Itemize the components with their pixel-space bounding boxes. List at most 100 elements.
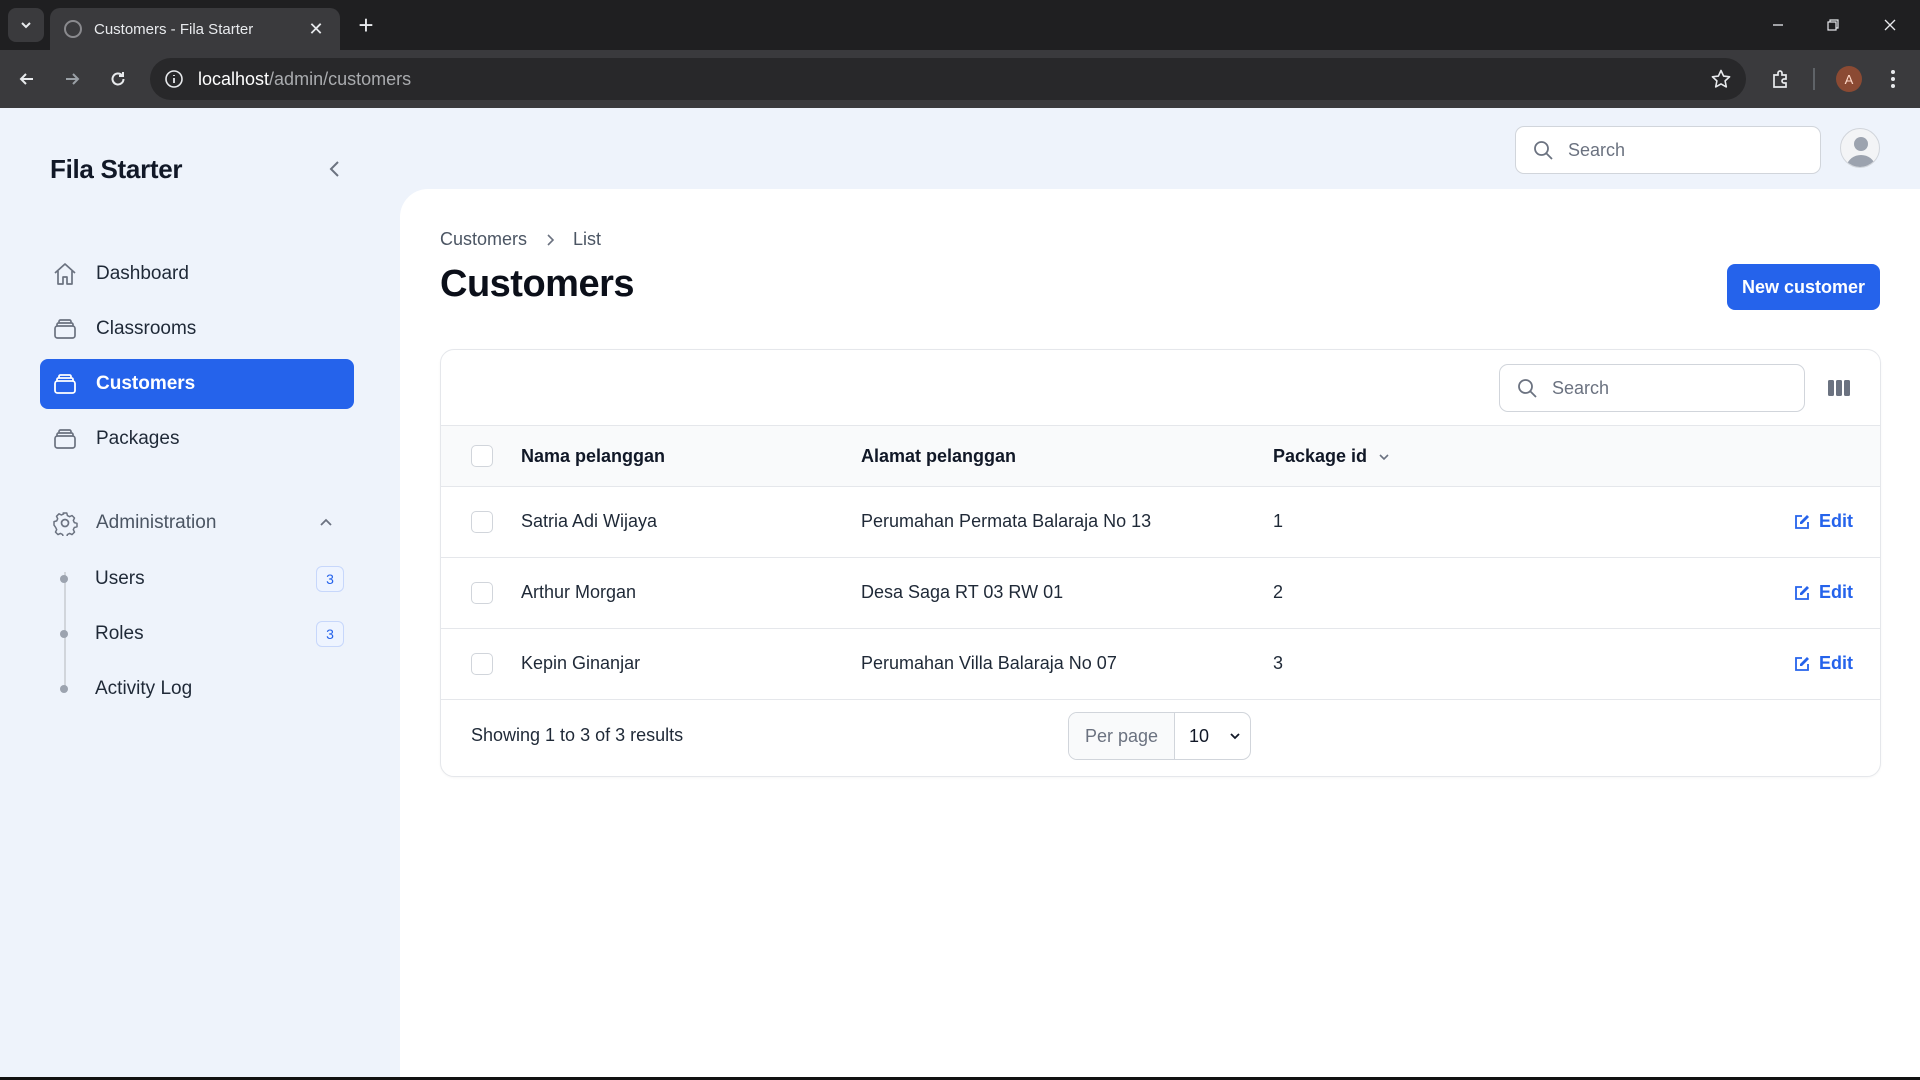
edit-label: Edit [1819,582,1853,602]
browser-tab[interactable]: Customers - Fila Starter ✕ [50,8,340,50]
address-bar[interactable]: localhost/admin/customers [150,58,1746,100]
edit-icon [1793,583,1813,603]
forward-button[interactable] [55,62,89,96]
sidebar-item-label: Dashboard [96,263,189,284]
sidebar-item-users[interactable]: Users 3 [40,556,354,602]
sidebar-item-label: Users [95,568,145,589]
search-icon [1516,376,1540,400]
per-page-select[interactable]: Per page 10 [1068,712,1251,760]
customer-package-id: 2 [1273,582,1284,602]
arrow-left-icon [19,73,33,85]
customer-address: Perumahan Villa Balaraja No 07 [861,653,1117,673]
arrow-right-icon [66,73,80,85]
sidebar-item-roles[interactable]: Roles 3 [40,611,354,657]
user-icon [1846,137,1876,167]
bookmark-star-icon[interactable] [1710,68,1732,95]
table-row: Satria Adi Wijaya Perumahan Permata Bala… [441,487,1880,558]
customer-address: Desa Saga RT 03 RW 01 [861,582,1064,602]
customer-name: Arthur Morgan [521,582,637,602]
more-vert-icon [1891,70,1895,88]
url-path: /admin/customers [269,68,412,89]
reload-button[interactable] [101,62,135,96]
search-icon [1532,138,1556,162]
site-info-icon[interactable] [164,69,184,89]
sidebar-group-label: Administration [96,512,217,533]
table-row: Kepin Ginanjar Perumahan Villa Balaraja … [441,629,1880,700]
collapse-sidebar-button[interactable] [322,156,348,182]
customer-name: Kepin Ginanjar [521,653,641,673]
home-icon [52,261,78,287]
select-all-checkbox[interactable] [471,445,493,467]
tab-title: Customers - Fila Starter [94,20,254,38]
customer-package-id: 3 [1273,653,1284,673]
back-button[interactable] [10,62,44,96]
search-placeholder: Search [1552,377,1610,398]
count-badge: 3 [316,621,344,647]
breadcrumb-customers[interactable]: Customers [440,229,527,250]
close-icon [1884,19,1896,31]
stack-icon [52,426,78,452]
edit-link[interactable]: Edit [1793,653,1853,674]
new-customer-button[interactable]: New customer [1727,264,1880,310]
bullet-dot [60,630,68,638]
sidebar-item-label: Customers [96,373,196,394]
edit-link[interactable]: Edit [1793,582,1853,603]
chevron-right-icon [543,233,557,247]
browser-menu-button[interactable] [1876,62,1910,96]
sidebar-item-activity-log[interactable]: Activity Log [40,666,354,712]
sidebar-item-label: Activity Log [95,678,193,699]
user-avatar[interactable] [1840,128,1880,168]
sidebar-item-customers[interactable]: Customers [40,359,354,409]
gear-icon [52,510,78,536]
minimize-button[interactable] [1758,10,1798,40]
breadcrumb: Customers List [440,229,601,250]
edit-icon [1793,512,1813,532]
edit-label: Edit [1819,511,1853,531]
column-header-nama: Nama pelanggan [521,446,666,466]
stack-icon [52,316,78,342]
table-header: Nama pelanggan Alamat pelanggan Package … [441,425,1880,487]
close-tab-icon[interactable]: ✕ [306,19,326,40]
sidebar-item-packages[interactable]: Packages [40,414,354,464]
column-header-package-id[interactable]: Package id [1273,446,1391,467]
row-checkbox[interactable] [471,653,493,675]
customers-table: Search Nama pelanggan Alamat pelanggan P… [440,349,1881,777]
sidebar-item-label: Classrooms [96,318,197,339]
per-page-value: 10 [1189,725,1210,746]
url-host: localhost [198,68,270,89]
extensions-button[interactable] [1764,62,1798,96]
browser-tab-bar: Customers - Fila Starter ✕ + [0,0,1920,50]
browser-profile-avatar[interactable]: A [1836,66,1862,92]
chevron-left-icon [329,161,339,177]
restore-button[interactable] [1813,10,1853,40]
customer-package-id: 1 [1273,511,1284,531]
global-search-input[interactable]: Search [1515,126,1821,174]
row-checkbox[interactable] [471,511,493,533]
close-window-button[interactable] [1870,10,1910,40]
minimize-icon [1773,24,1783,26]
customer-name: Satria Adi Wijaya [521,511,658,531]
edit-label: Edit [1819,653,1853,673]
bullet-dot [60,575,68,583]
main-content: Customers List Customers New customer Se… [400,189,1920,1080]
tab-search-button[interactable] [8,8,44,42]
sort-chevron-icon [1379,453,1389,460]
table-search-input[interactable]: Search [1499,364,1805,412]
edit-link[interactable]: Edit [1793,511,1853,532]
sidebar-item-classrooms[interactable]: Classrooms [40,304,354,354]
stack-icon [52,371,78,397]
new-tab-button[interactable]: + [352,12,380,40]
pagination-summary: Showing 1 to 3 of 3 results [471,725,684,745]
chevron-up-icon[interactable] [312,509,340,537]
toolbar-divider [1813,68,1815,90]
browser-toolbar: localhost/admin/customers [0,50,1920,108]
row-checkbox[interactable] [471,582,493,604]
column-toggle-button[interactable] [1825,374,1853,402]
sidebar-item-dashboard[interactable]: Dashboard [40,249,354,299]
restore-icon [1827,19,1839,31]
page-title: Customers [440,263,635,305]
brand-title[interactable]: Fila Starter [50,154,183,185]
chevron-down-icon [1220,713,1250,759]
count-badge: 3 [316,566,344,592]
sidebar-group-administration[interactable]: Administration [40,498,354,548]
